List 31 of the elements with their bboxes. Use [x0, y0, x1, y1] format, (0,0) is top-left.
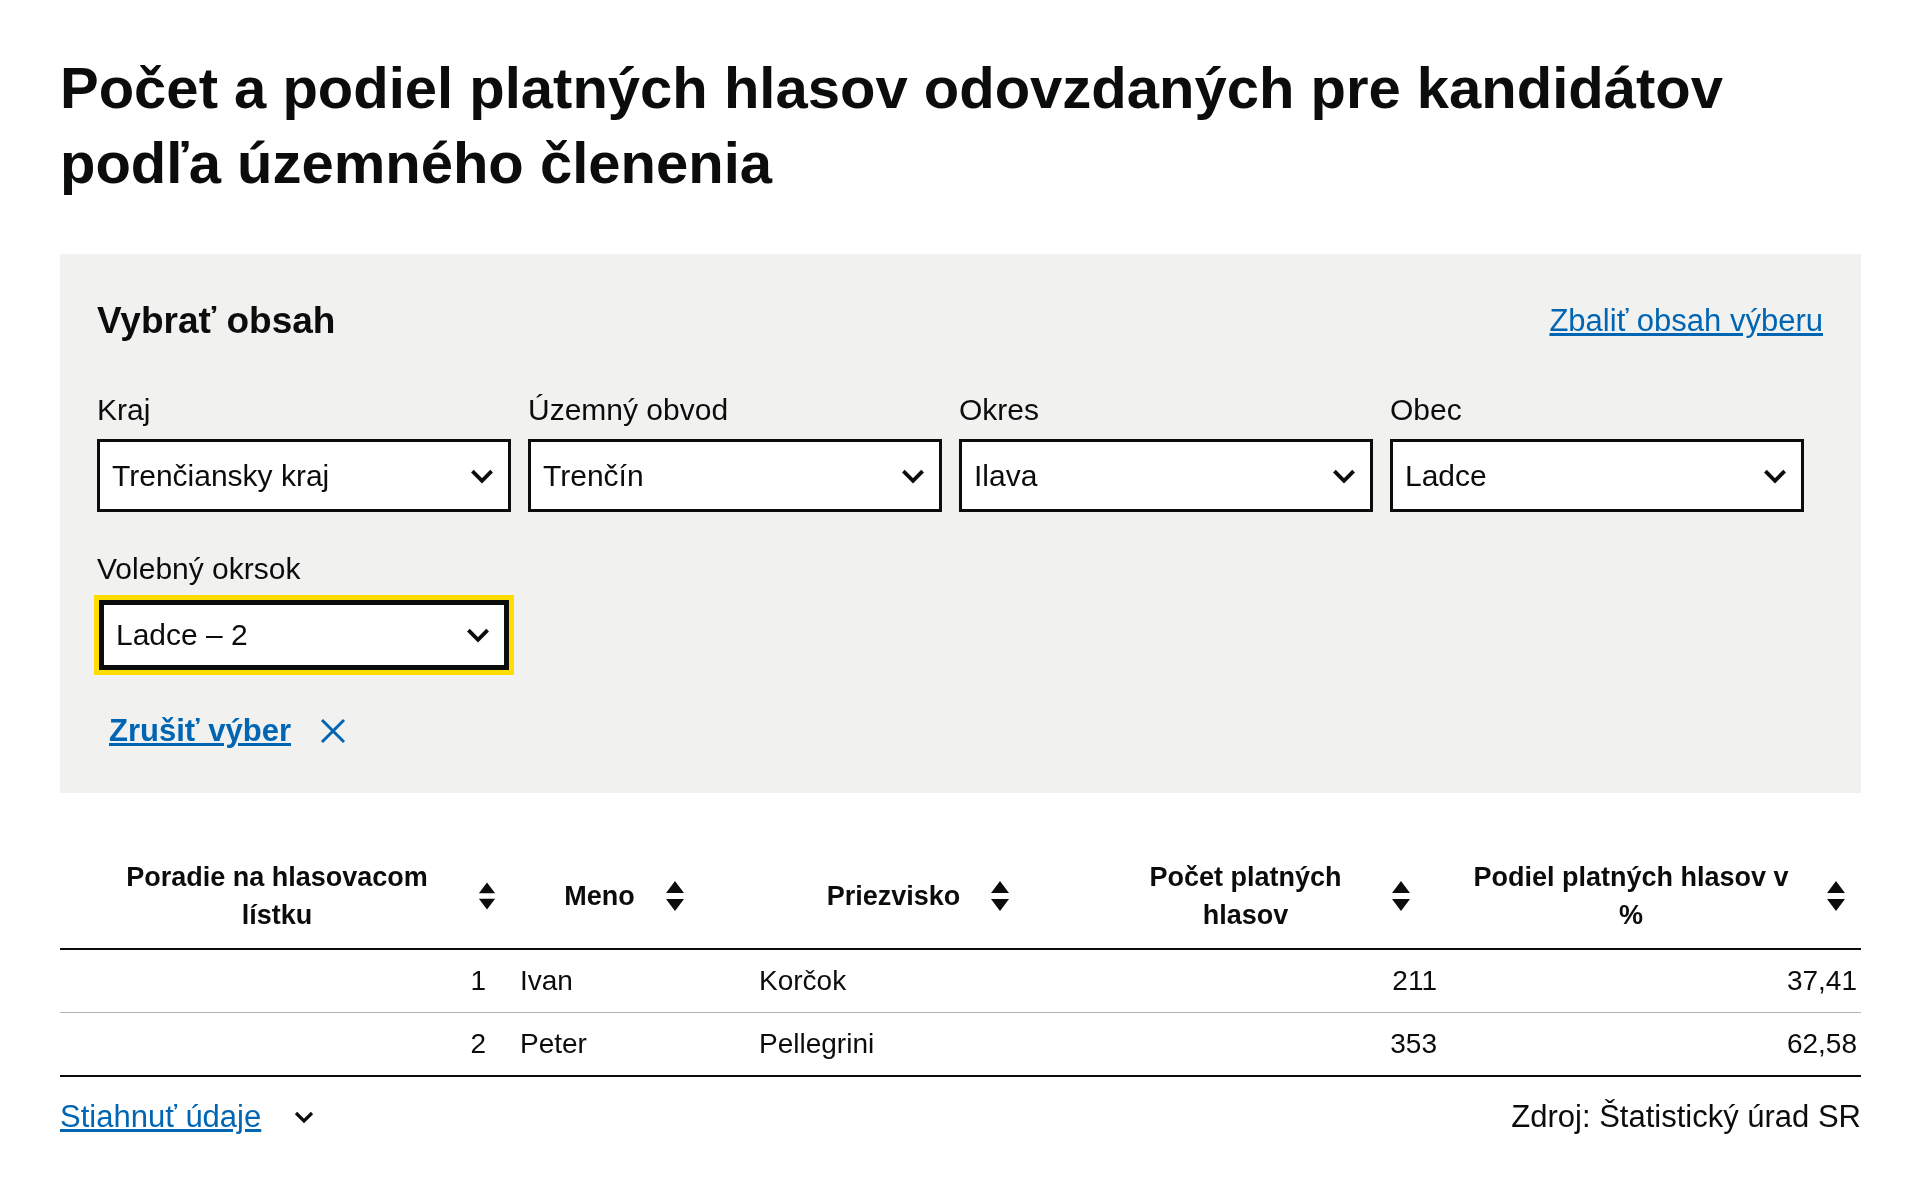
field-label: Volebný okrsok: [97, 551, 302, 587]
collapse-link[interactable]: Zbaliť obsah výberu: [1549, 303, 1823, 339]
field-label: Kraj: [97, 392, 152, 428]
dropdown-field[interactable]: Ladce: [1390, 439, 1804, 512]
table-cell: 211: [1392, 965, 1437, 996]
dropdown-field[interactable]: Trenčín: [528, 439, 942, 512]
dropdown-field[interactable]: Ilava: [959, 439, 1373, 512]
download-link[interactable]: Stiahnuť údaje: [60, 1099, 262, 1135]
field-label: Územný obvod: [528, 392, 730, 428]
table-cell: 37,41: [1786, 965, 1857, 996]
table-cell: 1: [470, 965, 486, 996]
column-header: Počet platných hlasov: [1148, 860, 1343, 932]
dropdown-field[interactable]: Trenčiansky kraj: [97, 439, 511, 512]
table-cell: 353: [1390, 1028, 1437, 1059]
table-cell: Pellegrini: [759, 1028, 875, 1059]
field-label: Obec: [1390, 392, 1463, 428]
source-text: Zdroj: Štatistický úrad SR: [1511, 1099, 1861, 1135]
panel-heading: Vybrať obsah: [97, 300, 336, 342]
table-cell: Korčok: [759, 965, 847, 996]
clear-selection-link[interactable]: Zrušiť výber: [109, 713, 291, 749]
page-title: Počet a podiel platných hlasov odovzdaných pre kandidátov podľa územného členenia: [60, 54, 1725, 197]
column-header: Priezvisko: [826, 879, 961, 913]
column-header: Poradie na hlasovacom lístku: [125, 860, 429, 932]
column-header: Meno: [564, 879, 635, 913]
table-cell: 2: [470, 1028, 486, 1059]
table-cell: 62,58: [1786, 1028, 1857, 1059]
field-label: Okres: [959, 392, 1040, 428]
table-cell: Peter: [520, 1028, 587, 1059]
table-cell: Ivan: [520, 965, 573, 996]
column-header: Podiel platných hlasov v %: [1472, 860, 1790, 932]
close-icon[interactable]: [319, 717, 347, 745]
